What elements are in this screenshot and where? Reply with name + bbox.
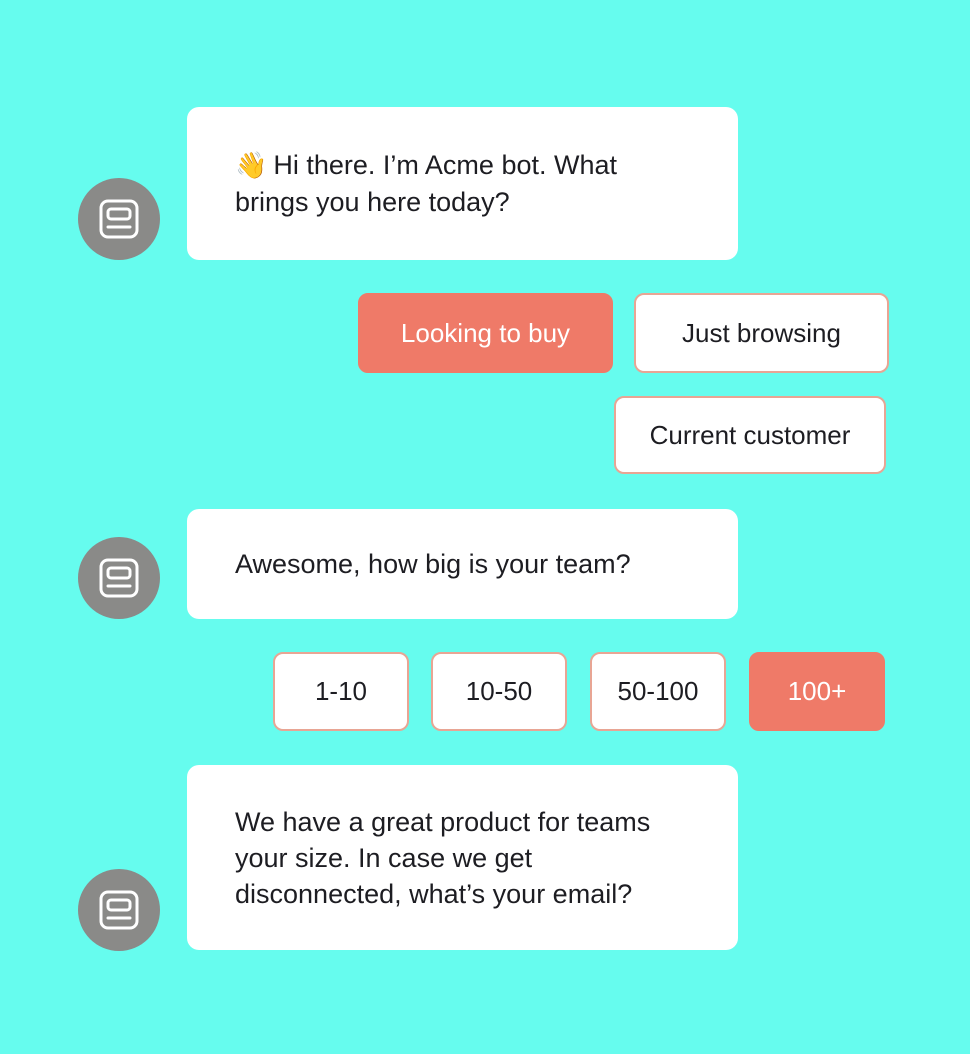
bot-avatar <box>78 537 160 619</box>
option-label: Looking to buy <box>400 317 571 348</box>
bot-message-text: Awesome, how big is your team? <box>235 549 631 579</box>
bot-message: We have a great product for teams your s… <box>187 765 738 950</box>
bot-message-text: We have a great product for teams your s… <box>235 806 651 909</box>
option-team-10-50[interactable]: 10-50 <box>431 652 567 731</box>
bot-message-text: 👋 Hi there. I’m Acme bot. What brings you… <box>235 150 617 217</box>
waving-hand-icon: 👋 <box>235 151 268 181</box>
option-just-browsing[interactable]: Just browsing <box>634 293 889 373</box>
bot-avatar <box>78 869 160 951</box>
option-label: 100+ <box>787 676 847 706</box>
option-label: 1-10 <box>314 676 368 706</box>
option-current-customer[interactable]: Current customer <box>614 396 886 474</box>
bot-message: Awesome, how big is your team? <box>187 509 738 619</box>
option-looking-to-buy[interactable]: Looking to buy <box>358 293 613 373</box>
bot-icon <box>99 199 139 239</box>
bot-icon <box>99 558 139 598</box>
option-label: 10-50 <box>465 676 533 706</box>
option-team-1-10[interactable]: 1-10 <box>273 652 409 731</box>
option-team-100-plus[interactable]: 100+ <box>749 652 885 731</box>
option-team-50-100[interactable]: 50-100 <box>590 652 726 731</box>
bot-message: 👋 Hi there. I’m Acme bot. What brings you… <box>187 107 738 260</box>
option-label: Just browsing <box>682 317 841 348</box>
option-label: Current customer <box>649 419 851 450</box>
bot-avatar <box>78 178 160 260</box>
bot-icon <box>99 890 139 930</box>
option-label: 50-100 <box>617 676 699 706</box>
